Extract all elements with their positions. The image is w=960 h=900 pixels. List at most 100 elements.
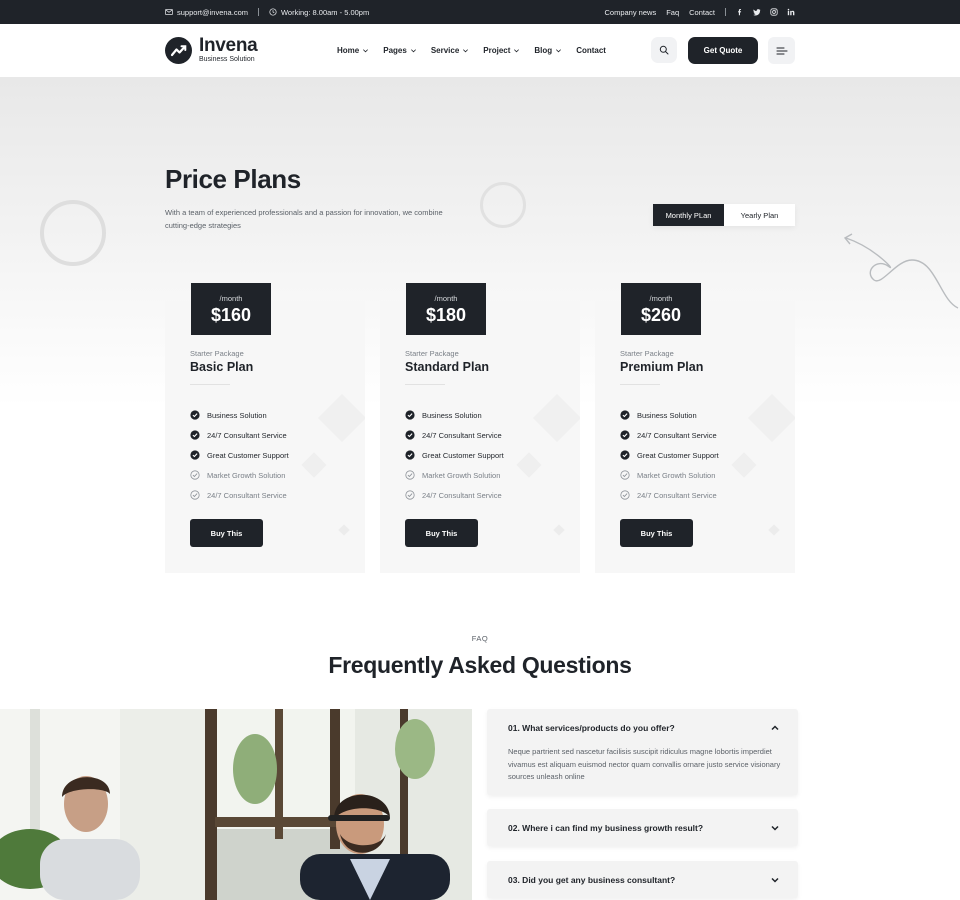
nav-label: Blog (534, 46, 553, 55)
feature-item: 24/7 Consultant Service (620, 485, 719, 505)
decorative-ring (40, 200, 106, 266)
linkedin-icon[interactable] (787, 8, 795, 16)
check-circle-icon (405, 430, 415, 440)
faq-item[interactable]: 03. Did you get any business consultant? (487, 861, 798, 898)
check-circle-icon (620, 450, 630, 460)
logo-mark-icon (165, 37, 192, 64)
price-amount: $260 (640, 305, 682, 325)
buy-button-premium[interactable]: Buy This (620, 519, 693, 547)
email-text: support@invena.com (177, 7, 248, 17)
logo[interactable]: Invena Business Solution (165, 36, 258, 64)
clock-icon (269, 8, 277, 16)
feature-item: Business Solution (190, 405, 289, 425)
check-circle-icon (405, 450, 415, 460)
check-circle-outline-icon (190, 490, 200, 500)
price-badge: /month $160 (191, 283, 271, 335)
team-photo (0, 709, 472, 900)
feature-item: Great Customer Support (620, 445, 719, 465)
faq-title: Frequently Asked Questions (328, 652, 632, 678)
office-photo-illustration (0, 709, 472, 900)
price-amount: $160 (210, 305, 252, 325)
chevron-up-icon (771, 725, 779, 731)
feature-text: 24/7 Consultant Service (207, 490, 287, 500)
divider (257, 8, 259, 16)
instagram-icon[interactable] (770, 8, 778, 16)
nav-item-contact[interactable]: Contact (576, 46, 606, 55)
check-circle-icon (190, 430, 200, 440)
contact-link[interactable]: Contact (689, 8, 715, 17)
check-circle-outline-icon (405, 490, 415, 500)
mail-icon (165, 9, 173, 15)
nav-item-pages[interactable]: Pages (383, 46, 417, 55)
feature-text: Great Customer Support (637, 450, 719, 460)
buy-button-basic[interactable]: Buy This (190, 519, 263, 547)
search-button[interactable] (651, 37, 677, 63)
price-badge: /month $180 (406, 283, 486, 335)
main-nav: Home Pages Service Project Blog Contact (337, 24, 606, 77)
feature-text: Market Growth Solution (207, 470, 286, 480)
faq-answer: Neque partrient sed nascetur facilisis s… (508, 747, 781, 781)
top-bar: support@invena.com Working: 8.00am - 5.0… (0, 0, 960, 24)
feature-text: 24/7 Consultant Service (637, 490, 717, 500)
faq-question: 01. What services/products do you offer? (508, 723, 675, 733)
nav-item-project[interactable]: Project (483, 46, 520, 55)
feature-item: 24/7 Consultant Service (405, 485, 504, 505)
yearly-plan-tab[interactable]: Yearly Plan (724, 204, 795, 226)
check-circle-outline-icon (620, 470, 630, 480)
price-badge: /month $260 (621, 283, 701, 335)
page-title: Price Plans (165, 164, 301, 194)
faq-link[interactable]: Faq (666, 8, 679, 17)
get-quote-button[interactable]: Get Quote (688, 37, 758, 64)
main-header: Invena Business Solution Home Pages Serv… (0, 24, 960, 77)
company-news-link[interactable]: Company news (605, 8, 657, 17)
working-hours-text: Working: 8.00am - 5.00pm (280, 7, 370, 17)
chevron-down-icon (771, 825, 779, 831)
feature-text: Business Solution (207, 410, 267, 420)
check-circle-icon (405, 410, 415, 420)
monthly-plan-tab[interactable]: Monthly PLan (653, 204, 724, 226)
feature-item: Great Customer Support (405, 445, 504, 465)
feature-text: Business Solution (637, 410, 697, 420)
feature-item: Market Growth Solution (405, 465, 504, 485)
feature-text: Market Growth Solution (422, 470, 501, 480)
nav-label: Project (483, 46, 511, 55)
chevron-down-icon (410, 49, 416, 53)
nav-label: Service (430, 46, 460, 55)
menu-icon (775, 46, 788, 55)
plan-name: Premium Plan (620, 360, 704, 374)
check-circle-outline-icon (405, 470, 415, 480)
nav-label: Home (337, 46, 360, 55)
check-circle-icon (190, 450, 200, 460)
faq-item[interactable]: 02. Where i can find my business growth … (487, 809, 798, 846)
feature-item: Market Growth Solution (190, 465, 289, 485)
faq-question: 03. Did you get any business consultant? (508, 875, 676, 885)
nav-item-blog[interactable]: Blog (534, 46, 562, 55)
nav-label: Pages (383, 46, 407, 55)
nav-item-service[interactable]: Service (431, 46, 469, 55)
social-links (736, 8, 795, 16)
billing-toggle: Monthly PLan Yearly Plan (653, 204, 795, 226)
check-circle-icon (620, 410, 630, 420)
divider (725, 8, 726, 16)
nav-item-home[interactable]: Home (337, 46, 369, 55)
plan-name: Basic Plan (190, 360, 254, 374)
plan-subtitle: Starter Package (190, 349, 244, 358)
decorative-arrow-icon (843, 233, 959, 309)
divider (405, 384, 445, 385)
menu-button[interactable] (768, 37, 795, 64)
faq-item-open[interactable]: 01. What services/products do you offer?… (487, 709, 798, 795)
twitter-icon[interactable] (753, 8, 761, 16)
chevron-down-icon (771, 877, 779, 883)
decorative-ring (480, 182, 526, 228)
check-circle-outline-icon (620, 490, 630, 500)
feature-text: 24/7 Consultant Service (637, 430, 717, 440)
feature-text: Great Customer Support (422, 450, 504, 460)
facebook-icon[interactable] (736, 8, 744, 16)
feature-item: 24/7 Consultant Service (190, 485, 289, 505)
buy-button-standard[interactable]: Buy This (405, 519, 478, 547)
email-contact[interactable]: support@invena.com (165, 8, 248, 17)
feature-item: Market Growth Solution (620, 465, 719, 485)
feature-list: Business Solution 24/7 Consultant Servic… (620, 405, 719, 505)
plan-name: Standard Plan (405, 360, 490, 374)
feature-list: Business Solution 24/7 Consultant Servic… (190, 405, 289, 505)
